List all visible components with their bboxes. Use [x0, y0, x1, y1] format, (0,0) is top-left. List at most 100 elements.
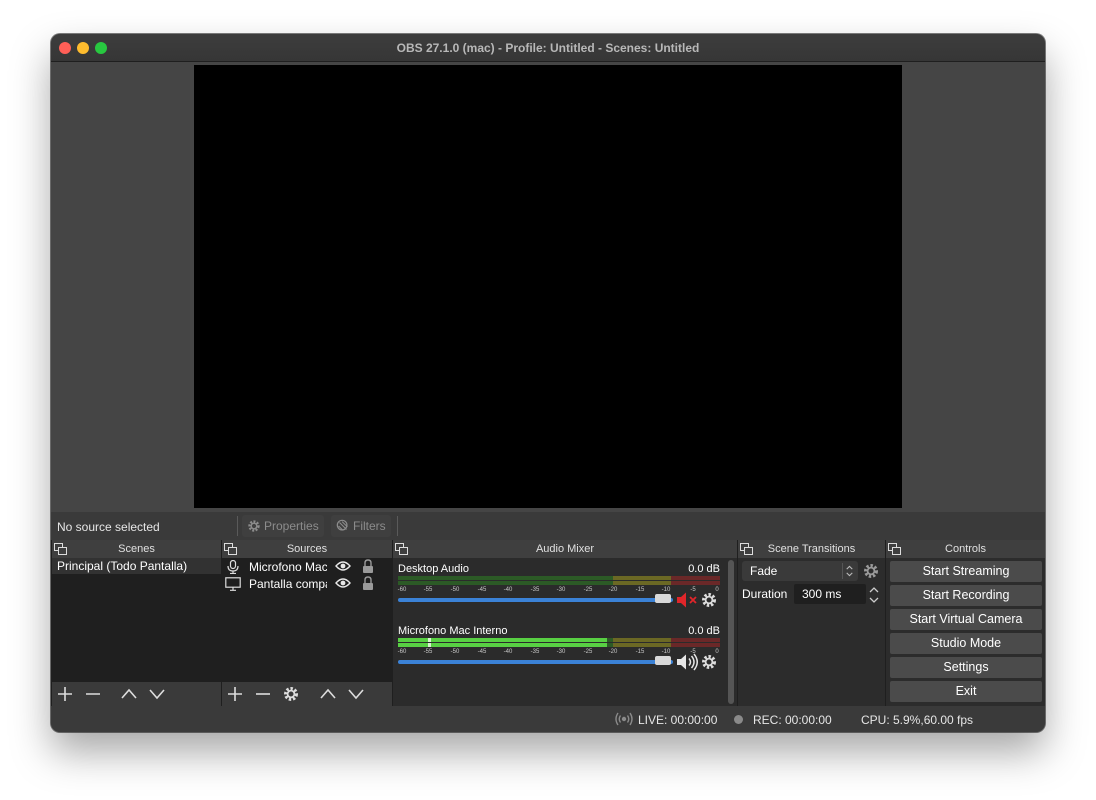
channel-name: Desktop Audio	[398, 563, 469, 575]
tick-label: -45	[477, 587, 487, 593]
duration-input[interactable]: 300 ms	[794, 584, 866, 604]
tick-label: -20	[608, 649, 618, 655]
mixer-channels: Desktop Audio 0.0 dB -60 -55 -50 -45 -40…	[393, 558, 725, 706]
transitions-header: Scene Transitions	[738, 540, 885, 558]
mixer-header: Audio Mixer	[393, 540, 737, 558]
filters-button[interactable]: Filters	[331, 515, 391, 537]
volume-fader-handle[interactable]	[655, 656, 671, 665]
remove-icon[interactable]	[85, 686, 101, 702]
sources-body: Microfono Mac Interno Pantalla compartid…	[222, 558, 392, 706]
move-up-icon[interactable]	[320, 686, 336, 702]
tick-label: -50	[450, 587, 460, 593]
meter-scale: -60 -55 -50 -45 -40 -35 -30 -25 -20 -15 …	[398, 645, 720, 657]
scene-transitions-dock: Scene Transitions Fade Duration 300 ms	[737, 540, 885, 706]
tick-label: -35	[530, 587, 540, 593]
title-bar: OBS 27.1.0 (mac) - Profile: Untitled - S…	[51, 34, 1045, 62]
tick-label: -55	[423, 649, 433, 655]
gear-icon	[248, 520, 260, 532]
controls-body: Start Streaming Start Recording Start Vi…	[886, 558, 1045, 706]
sources-list: Microfono Mac Interno Pantalla compartid…	[222, 558, 392, 682]
controls-title: Controls	[945, 543, 986, 555]
filter-icon	[336, 519, 348, 531]
filters-label: Filters	[353, 519, 386, 533]
lock-icon[interactable]	[362, 576, 374, 590]
cpu-status: CPU: 5.9%,60.00 fps	[861, 713, 974, 727]
undock-icon[interactable]	[740, 543, 753, 555]
start-virtual-camera-button[interactable]: Start Virtual Camera	[890, 609, 1042, 630]
tick-label: -40	[503, 649, 513, 655]
settings-button[interactable]: Settings	[890, 657, 1042, 678]
gear-icon[interactable]	[283, 686, 299, 702]
add-icon[interactable]	[57, 686, 73, 702]
transition-select[interactable]: Fade	[742, 561, 858, 581]
controls-header: Controls	[886, 540, 1045, 558]
gear-icon[interactable]	[701, 654, 717, 670]
tick-label: -20	[608, 587, 618, 593]
properties-button[interactable]: Properties	[242, 515, 324, 537]
sources-header: Sources	[222, 540, 392, 558]
duration-stepper-icon[interactable]	[867, 584, 881, 606]
gear-icon[interactable]	[863, 563, 879, 579]
sources-toolbar	[222, 682, 392, 706]
move-down-icon[interactable]	[149, 686, 165, 702]
microphone-icon	[227, 559, 239, 574]
source-status-text: No source selected	[57, 520, 160, 534]
tick-label: -10	[661, 649, 671, 655]
preview-canvas[interactable]	[194, 65, 902, 508]
move-down-icon[interactable]	[348, 686, 364, 702]
tick-label: -60	[397, 587, 407, 593]
scene-item[interactable]: Principal (Todo Pantalla)	[52, 558, 221, 574]
source-label: Pantalla compartida	[249, 576, 327, 591]
channel-db: 0.0 dB	[688, 625, 720, 637]
transitions-title: Scene Transitions	[767, 543, 856, 555]
visibility-eye-icon[interactable]	[335, 560, 351, 572]
start-recording-button[interactable]: Start Recording	[890, 585, 1042, 606]
scenes-list: Principal (Todo Pantalla)	[52, 558, 221, 682]
volume-fader-track[interactable]	[398, 660, 673, 664]
mixer-channel: Microfono Mac Interno 0.0 dB -60 -55 -50…	[398, 625, 720, 681]
volume-meter	[398, 576, 720, 580]
add-icon[interactable]	[227, 686, 243, 702]
remove-icon[interactable]	[255, 686, 271, 702]
gear-icon[interactable]	[701, 592, 717, 608]
visibility-eye-icon[interactable]	[335, 577, 351, 589]
mixer-scrollbar[interactable]	[728, 560, 734, 704]
tick-label: -10	[661, 587, 671, 593]
move-up-icon[interactable]	[121, 686, 137, 702]
tick-label: -30	[556, 587, 566, 593]
tick-label: -35	[530, 649, 540, 655]
status-bar: LIVE: 00:00:00 REC: 00:00:00 CPU: 5.9%,6…	[51, 706, 1045, 732]
undock-icon[interactable]	[54, 543, 67, 555]
tick-label: -50	[450, 649, 460, 655]
studio-mode-button[interactable]: Studio Mode	[890, 633, 1042, 654]
source-item[interactable]: Microfono Mac Interno	[222, 558, 392, 575]
speaker-icon[interactable]	[676, 653, 700, 671]
volume-fader-handle[interactable]	[655, 594, 671, 603]
volume-meter	[398, 638, 720, 642]
source-item[interactable]: Pantalla compartida	[222, 575, 392, 592]
tick-label: -25	[583, 649, 593, 655]
record-indicator-icon	[734, 715, 743, 724]
undock-icon[interactable]	[224, 543, 237, 555]
scenes-header: Scenes	[52, 540, 221, 558]
undock-icon[interactable]	[888, 543, 901, 555]
channel-db: 0.0 dB	[688, 563, 720, 575]
duration-label: Duration	[742, 587, 788, 601]
obs-window: OBS 27.1.0 (mac) - Profile: Untitled - S…	[51, 34, 1045, 732]
start-streaming-button[interactable]: Start Streaming	[890, 561, 1042, 582]
muted-speaker-icon[interactable]	[676, 591, 700, 609]
volume-fader-track[interactable]	[398, 598, 673, 602]
mixer-body: Desktop Audio 0.0 dB -60 -55 -50 -45 -40…	[393, 558, 737, 706]
lock-icon[interactable]	[362, 559, 374, 573]
meter-scale: -60 -55 -50 -45 -40 -35 -30 -25 -20 -15 …	[398, 583, 720, 595]
exit-button[interactable]: Exit	[890, 681, 1042, 702]
source-toolbar: No source selected Properties Filters	[51, 512, 1045, 540]
undock-icon[interactable]	[395, 543, 408, 555]
broadcast-icon	[615, 712, 633, 726]
tick-label: -45	[477, 649, 487, 655]
tick-label: -60	[397, 649, 407, 655]
tick-label: -25	[583, 587, 593, 593]
properties-label: Properties	[264, 519, 319, 533]
transition-value: Fade	[750, 564, 778, 578]
tick-label: -15	[635, 649, 645, 655]
